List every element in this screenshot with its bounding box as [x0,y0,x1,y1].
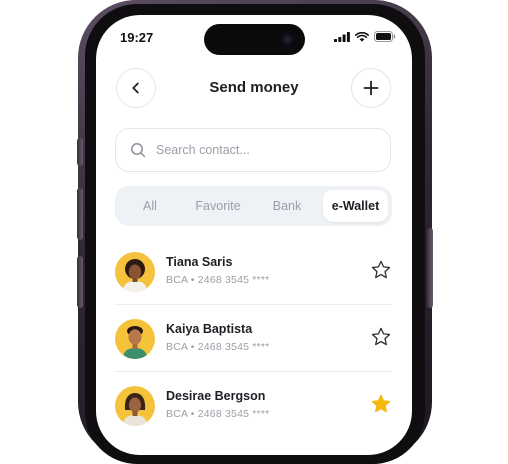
dynamic-island [204,24,305,55]
phone-side-button [77,256,83,308]
tab-bank[interactable]: Bank [265,186,309,226]
wifi-icon [355,31,369,42]
avatar [115,319,155,359]
avatar [115,386,155,426]
contact-account: BCA • 2468 3545 **** [166,408,270,420]
signal-icon [334,31,350,42]
battery-icon [374,31,396,42]
phone-side-button [427,228,433,308]
contact-name: Tiana Saris [166,255,233,269]
status-icons [334,31,396,42]
status-time: 19:27 [120,30,154,45]
search-icon [131,143,146,158]
filter-tabs: All Favorite Bank e-Wallet [115,186,392,226]
phone-screen: 19:27 Send money Search contact... All F… [96,15,412,455]
contact-name: Desirae Bergson [166,389,266,403]
row-divider [115,371,392,372]
tab-favorite[interactable]: Favorite [183,186,253,226]
contact-row[interactable]: Kaiya Baptista BCA • 2468 3545 **** [115,319,392,379]
contact-row[interactable]: Desirae Bergson BCA • 2468 3545 **** [115,386,392,446]
star-filled-icon[interactable] [370,393,392,415]
star-icon[interactable] [370,326,392,348]
plus-icon [363,80,379,96]
avatar [115,252,155,292]
tab-all[interactable]: All [129,186,171,226]
phone-side-button [77,188,83,240]
search-input[interactable]: Search contact... [115,128,391,172]
phone-side-button [77,138,83,166]
contact-row[interactable]: Tiana Saris BCA • 2468 3545 **** [115,252,392,312]
contact-account: BCA • 2468 3545 **** [166,274,270,286]
contact-name: Kaiya Baptista [166,322,253,336]
row-divider [115,304,392,305]
camera-icon [282,34,293,45]
star-icon[interactable] [370,259,392,281]
contact-account: BCA • 2468 3545 **** [166,341,270,353]
tab-e-wallet[interactable]: e-Wallet [323,190,388,222]
add-contact-button[interactable] [351,68,391,108]
search-placeholder: Search contact... [156,143,250,157]
